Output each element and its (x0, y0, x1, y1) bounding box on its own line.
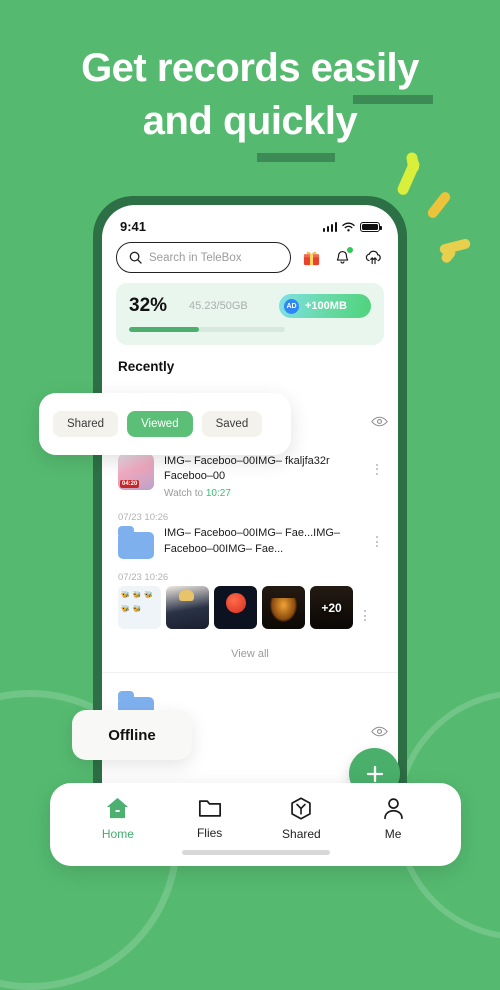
headline-line-1: Get records easily (81, 46, 419, 90)
plus-icon (366, 765, 383, 782)
row-date: 07/23 10:26 (118, 512, 169, 524)
storage-top-row: 32% 45.23/50GB AD +100MB (129, 294, 371, 318)
video-thumbnail: 04:20 (118, 453, 154, 490)
nav-label-flies: Flies (196, 826, 223, 840)
search-row: Search in TeleBox (102, 238, 398, 283)
ad-label: +100MB (305, 300, 347, 312)
notification-dot (347, 246, 353, 253)
nav-label-home: Home (101, 827, 134, 841)
photo-thumbnail-overflow[interactable]: +20 (310, 586, 353, 630)
wifi-icon (342, 222, 355, 231)
nav-item-shared[interactable]: Shared (256, 796, 348, 841)
storage-used: 45.23/50GB (189, 300, 248, 312)
battery-icon (360, 221, 382, 232)
search-icon (129, 251, 142, 264)
table-row[interactable]: IMG– Faceboo–00IMG– Fae...IMG– Faceboo–0… (102, 526, 398, 568)
eye-icon[interactable] (371, 415, 388, 433)
nav-item-me[interactable]: Me (347, 796, 439, 841)
storage-progress-track (129, 327, 285, 332)
person-icon (383, 798, 403, 820)
phone-notch (219, 199, 281, 205)
row-date: 07/23 10:26 (118, 572, 169, 584)
file-subtitle: Watch to 10:27 (164, 488, 370, 499)
ad-badge: AD (284, 298, 299, 314)
home-icon (107, 797, 129, 819)
watch-time: 10:27 (205, 488, 231, 500)
cube-share-icon (291, 797, 312, 820)
row-more-icon[interactable] (370, 526, 384, 548)
photo-overflow-count: +20 (321, 600, 342, 615)
table-row[interactable]: 04:20 IMG– Faceboo–00IMG– fkaljfa32r Fac… (102, 453, 398, 509)
file-title: IMG– Faceboo–00IMG– Fae...IMG– Faceboo–0… (164, 527, 341, 556)
storage-percent: 32% (129, 295, 168, 316)
offline-card[interactable]: Offline (72, 710, 192, 760)
signal-bars-icon (322, 221, 337, 232)
storage-progress-fill (129, 327, 200, 332)
photo-grid-row[interactable]: +20 (102, 586, 398, 639)
search-input[interactable]: Search in TeleBox (116, 242, 291, 273)
watch-prefix: Watch to (164, 488, 206, 500)
ad-reward-button[interactable]: AD +100MB (279, 294, 371, 318)
page-title: Get records easily and quickly (0, 42, 500, 148)
photo-thumbnail[interactable] (166, 586, 209, 630)
offline-label: Offline (108, 726, 156, 744)
view-all-link[interactable]: View all (102, 639, 398, 674)
video-duration-badge: 04:20 (120, 479, 140, 488)
chip-shared[interactable]: Shared (53, 411, 119, 437)
search-placeholder: Search in TeleBox (149, 251, 242, 264)
notification-bell-icon[interactable] (331, 246, 353, 269)
storage-card: 32% 45.23/50GB AD +100MB (116, 283, 384, 345)
folder-icon (118, 526, 154, 560)
status-icons (322, 221, 382, 232)
bottom-navigation: Home Flies Shared Me (50, 783, 461, 866)
spark-gold-icon (425, 190, 453, 220)
row-body: IMG– Faceboo–00IMG– fkaljfa32r Faceboo–0… (154, 454, 370, 500)
photo-thumbnail[interactable] (262, 586, 305, 630)
chip-viewed[interactable]: Viewed (127, 411, 193, 437)
row-body: IMG– Faceboo–00IMG– Fae...IMG– Faceboo–0… (154, 526, 370, 558)
status-bar: 9:41 (102, 205, 398, 238)
nav-item-home[interactable]: Home (72, 796, 164, 841)
spark-gold-2-icon (438, 237, 472, 256)
filter-chips-card: Shared Viewed Saved (39, 393, 291, 455)
chip-saved[interactable]: Saved (201, 411, 263, 437)
nav-item-flies[interactable]: Flies (164, 796, 256, 840)
nav-label-shared: Shared (282, 827, 321, 841)
section-title-recently: Recently (118, 358, 175, 374)
headline-line-2: and quickly (142, 99, 358, 144)
gift-icon[interactable] (300, 247, 322, 269)
photo-thumbnail[interactable] (214, 586, 257, 630)
photo-thumbnail[interactable] (118, 586, 161, 630)
home-indicator (181, 850, 330, 855)
status-time: 9:41 (120, 219, 147, 234)
headline-underline-2 (257, 153, 335, 162)
cloud-transfer-icon[interactable] (362, 247, 384, 269)
row-more-icon[interactable] (358, 594, 372, 622)
file-title: IMG– Faceboo–00IMG– fkaljfa32r Faceboo–0… (164, 454, 330, 483)
row-more-icon[interactable] (370, 454, 384, 475)
spark-lime-icon (395, 157, 422, 197)
eye-icon[interactable] (371, 725, 388, 743)
folder-icon (198, 800, 221, 817)
nav-label-me: Me (384, 827, 402, 841)
